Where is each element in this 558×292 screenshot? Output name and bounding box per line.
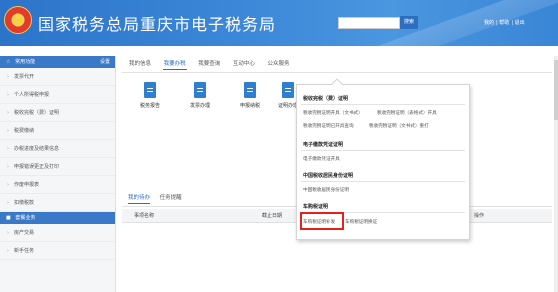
dd-link[interactable]: 电子缴款凭证开具 [303,156,340,162]
tile-label: 税务报告 [139,103,160,109]
dd-link[interactable]: 税收完税证明（文书式）重打 [369,123,429,129]
top-links: 我的 | 帮助 | 退出 [484,20,525,26]
sidebar-item[interactable]: 办税进度及结果信息 [0,140,115,158]
tax-declare-icon [244,82,256,98]
dd-section-title: 中国税收居民身份证明 [303,173,354,179]
dd-divider [301,150,465,151]
certificate-dropdown-menu: 税收完税（费）证明 税收完税证明开具（文书式） 税收完税证明（表格式）开具 税收… [296,78,470,240]
sidebar-item[interactable]: 税收完税（费）证明 [0,104,115,122]
dd-divider [301,181,465,182]
task-tabs: 我的待办 任务提醒 [128,192,190,204]
col-deadline: 截止日期 [262,213,283,219]
scrollbar-thumb[interactable] [554,60,558,120]
certificate-icon [282,82,294,98]
search-button[interactable]: 搜索 [400,16,418,29]
sidebar-item[interactable]: 扣缴税款 [0,194,115,212]
tab-interaction[interactable]: 互动中心 [232,58,256,70]
package-icon: ■ [6,215,11,221]
tax-emblem-icon [4,6,32,34]
sidebar-section-common: ☆ 常用功能 设置 [0,56,115,68]
search-input[interactable] [338,17,400,29]
dd-link[interactable]: 中国税收居民身份证明 [303,187,349,193]
tile-tax-report[interactable]: 税务报告 [130,82,170,109]
tab-public-service[interactable]: 公众服务 [266,58,290,70]
col-item-name: 事项名称 [134,213,155,219]
sidebar-item[interactable]: 申报错误更正及打印 [0,158,115,176]
dd-section-title: 车购税证明 [303,204,329,210]
sidebar-settings-link[interactable]: 设置 [100,56,110,68]
clipboard-icon [144,82,156,98]
tile-tax-declare[interactable]: 申报纳税 [230,82,270,109]
sidebar-item[interactable]: 新手任务 [0,242,115,260]
tab-tax-handling[interactable]: 我要办税 [162,58,187,70]
dd-divider [301,104,465,105]
tab-divider [122,72,552,73]
top-link-logout[interactable]: 退出 [515,20,525,26]
dd-section-title: 税收完税（费）证明 [303,96,349,102]
top-link-help[interactable]: 帮助 [499,20,509,26]
sidebar-item[interactable]: 作废申报表 [0,176,115,194]
highlight-box [300,212,344,230]
col-action: 操作 [474,213,485,219]
invoice-icon [194,82,206,98]
dd-link[interactable]: 车购税证明换证 [345,219,377,225]
sidebar-item[interactable]: 税费缴纳 [0,122,115,140]
tile-invoice[interactable]: 发票办理 [180,82,220,109]
main-tabs: 我的信息 我要办税 我要查询 互动中心 公众服务 [128,58,299,70]
sidebar-item[interactable]: 发票代开 [0,68,115,86]
top-link-my[interactable]: 我的 [484,20,494,26]
tile-label: 发票办理 [189,103,210,109]
dd-link[interactable]: 税收完税证明已开具查询 [303,123,354,129]
tab-query[interactable]: 我要查询 [197,58,221,70]
sidebar-item[interactable]: 个人所得税申报 [0,86,115,104]
sidebar-item[interactable]: 房产交易 [0,224,115,242]
tab-my-todo[interactable]: 我的待办 [128,192,151,204]
dd-section-title: 电子缴款凭证证明 [303,142,344,148]
star-icon: ☆ [6,59,11,65]
tile-label: 申报纳税 [239,103,260,109]
sidebar: ☆ 常用功能 设置 发票代开 个人所得税申报 税收完税（费）证明 税费缴纳 办税… [0,56,116,292]
tab-task-reminder[interactable]: 任务提醒 [160,192,182,204]
tab-my-info[interactable]: 我的信息 [128,58,152,70]
sidebar-section-package: ■ 套餐业务 [0,212,115,224]
sidebar-section-title: 常用功能 [15,59,36,65]
dd-link[interactable]: 税收完税证明开具（文书式） [303,110,363,116]
site-title: 国家税务总局重庆市电子税务局 [38,15,277,34]
sidebar-section-title: 套餐业务 [15,215,36,221]
site-header: 国家税务总局重庆市电子税务局 搜索 我的| 帮助| 退出 [0,0,558,46]
dd-link[interactable]: 税收完税证明（表格式）开具 [377,110,437,116]
